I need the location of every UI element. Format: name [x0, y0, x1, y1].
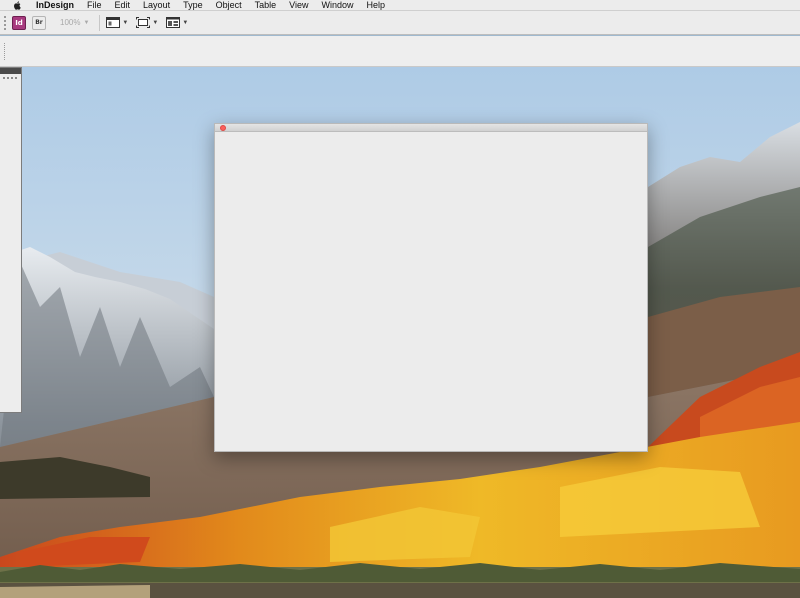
apple-logo-icon[interactable] [12, 0, 22, 10]
bridge-button[interactable]: Br [32, 15, 46, 30]
menu-object[interactable]: Object [216, 0, 242, 11]
view-options-icon [106, 17, 121, 28]
chevron-down-icon: ▼ [122, 19, 129, 26]
screen-mode-icon [136, 17, 151, 28]
tools-panel-grip[interactable] [3, 77, 17, 79]
chevron-down-icon: ▼ [83, 19, 90, 26]
menu-layout[interactable]: Layout [143, 0, 170, 11]
tools-panel-header[interactable] [0, 68, 21, 74]
arrange-documents-icon [166, 17, 181, 28]
screen-mode-button[interactable]: ▼ [136, 17, 158, 28]
menu-view[interactable]: View [289, 0, 308, 11]
zoom-level-dropdown[interactable]: 100% ▼ [60, 18, 89, 27]
chevron-down-icon: ▼ [152, 19, 159, 26]
menu-table[interactable]: Table [255, 0, 277, 11]
menu-type[interactable]: Type [183, 0, 203, 11]
arrange-documents-button[interactable]: ▼ [166, 17, 188, 28]
zoom-level-value: 100% [60, 18, 81, 27]
indesign-home-button[interactable]: Id [12, 15, 26, 30]
view-options-button[interactable]: ▼ [106, 17, 128, 28]
menu-app-name[interactable]: InDesign [36, 0, 74, 11]
toolbar-grip[interactable] [4, 15, 6, 30]
tools-panel[interactable] [0, 67, 22, 413]
menu-help[interactable]: Help [367, 0, 386, 11]
menu-bar: InDesign File Edit Layout Type Object Ta… [0, 0, 800, 11]
application-bar: Id Br 100% ▼ ▼ ▼ ▼ [0, 11, 800, 35]
toolbar-divider [99, 14, 101, 31]
control-panel [0, 36, 800, 67]
menu-file[interactable]: File [87, 0, 102, 11]
menu-edit[interactable]: Edit [115, 0, 131, 11]
close-button[interactable] [220, 125, 226, 131]
panel-grip[interactable] [4, 43, 5, 60]
chevron-down-icon: ▼ [182, 19, 189, 26]
window-titlebar[interactable] [215, 124, 647, 132]
menu-window[interactable]: Window [321, 0, 353, 11]
floating-window [214, 123, 648, 452]
